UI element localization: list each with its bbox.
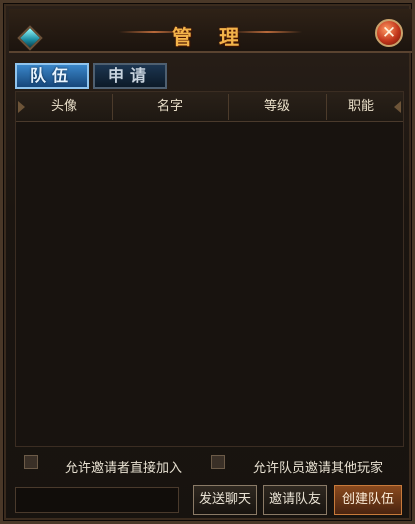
- member-list-body: [16, 122, 403, 446]
- column-level[interactable]: 等级: [228, 92, 326, 122]
- title-bar[interactable]: 管 理 ✕: [9, 9, 412, 53]
- tab-team[interactable]: 队伍: [15, 63, 89, 89]
- create-team-button[interactable]: 创建队伍: [334, 485, 402, 515]
- allow-member-invite-label: 允许队员邀请其他玩家: [253, 461, 384, 476]
- team-management-window: 管 理 ✕ 队伍 申请 头像 名字 等级 职能 允许邀请者直接加入 允许队员邀请…: [0, 0, 415, 524]
- close-button[interactable]: ✕: [375, 19, 403, 47]
- arrow-right-icon: [394, 101, 401, 113]
- column-avatar[interactable]: 头像: [16, 92, 112, 122]
- send-chat-button[interactable]: 发送聊天: [193, 485, 257, 515]
- tab-applications[interactable]: 申请: [93, 63, 167, 89]
- column-name[interactable]: 名字: [112, 92, 228, 122]
- member-list-panel: 头像 名字 等级 职能: [15, 91, 404, 447]
- allow-invitee-join-label: 允许邀请者直接加入: [65, 461, 183, 476]
- close-icon: ✕: [381, 22, 397, 43]
- chat-input[interactable]: [15, 487, 179, 513]
- allow-invitee-join-checkbox[interactable]: [24, 455, 38, 469]
- window-title: 管 理: [172, 25, 249, 49]
- column-role[interactable]: 职能: [326, 92, 396, 122]
- member-table-header: 头像 名字 等级 职能: [16, 92, 403, 122]
- title-ornament-right: [232, 31, 302, 33]
- allow-member-invite-checkbox[interactable]: [211, 455, 225, 469]
- invite-friend-button[interactable]: 邀请队友: [263, 485, 327, 515]
